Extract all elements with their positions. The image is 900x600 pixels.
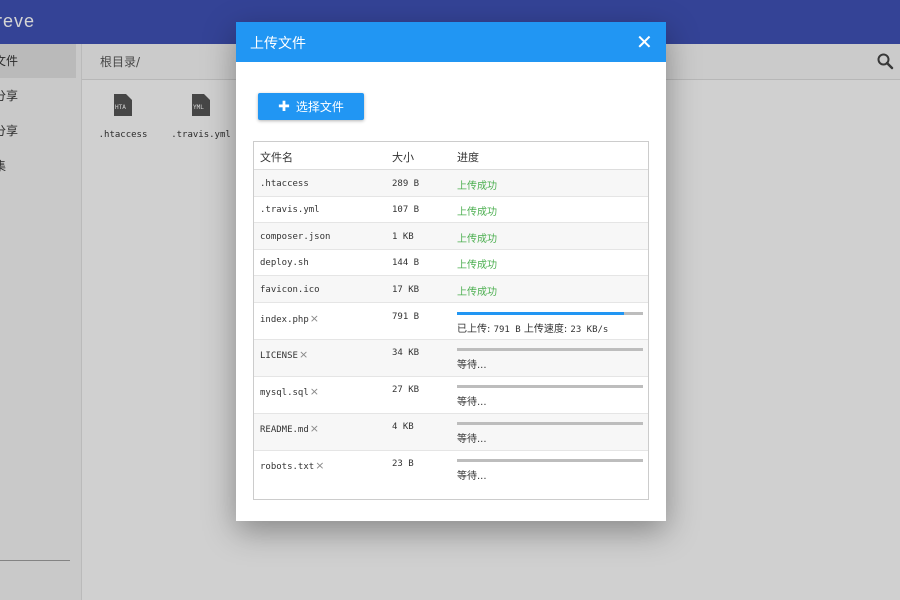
status-success: 上传成功 — [457, 207, 497, 218]
file-size: 791 B — [392, 312, 420, 322]
select-file-label: 选择文件 — [295, 100, 344, 114]
file-name: robots.txt — [260, 462, 315, 472]
file-name-cell: index.php× — [260, 312, 319, 325]
progress-bar — [457, 459, 643, 462]
file-size: 107 B — [392, 205, 420, 215]
table-row: .htaccess 289 B 上传成功 — [254, 170, 648, 197]
file-name-cell: mysql.sql× — [260, 385, 319, 398]
file-name-cell: README.md× — [260, 422, 319, 435]
cancel-upload-icon[interactable]: × — [310, 422, 319, 435]
file-name: mysql.sql — [260, 388, 309, 398]
speed-value: 23 KB/s — [570, 325, 609, 335]
progress-bar — [457, 385, 643, 388]
file-size: 34 KB — [392, 348, 420, 358]
file-name: .htaccess — [260, 179, 309, 189]
file-name: README.md — [260, 425, 309, 435]
status-success: 上传成功 — [457, 287, 497, 298]
file-size: 289 B — [392, 179, 420, 189]
status-success: 上传成功 — [457, 181, 497, 192]
progress-bar-fill — [457, 312, 625, 315]
uploaded-value: 791 B — [493, 325, 521, 335]
waiting-status: 等待... — [457, 397, 487, 408]
file-name: composer.json — [260, 232, 331, 242]
waiting-status: 等待... — [457, 471, 487, 482]
table-row: index.php× 791 B 已上传: 791 B 上传速度: 23 KB/… — [254, 303, 648, 340]
file-name: LICENSE — [260, 351, 298, 361]
close-icon[interactable]: ✕ — [636, 31, 653, 53]
uploaded-label: 已上传: — [457, 324, 491, 335]
column-header-size: 大小 — [392, 151, 414, 164]
status-success: 上传成功 — [457, 234, 497, 245]
file-name-cell: LICENSE× — [260, 348, 308, 361]
table-row: mysql.sql× 27 KB 等待... — [254, 377, 648, 414]
plus-icon: ✚ — [278, 98, 290, 115]
waiting-status: 等待... — [457, 434, 487, 445]
table-row: robots.txt× 23 B 等待... — [254, 451, 648, 499]
column-header-name: 文件名 — [260, 151, 293, 164]
waiting-status: 等待... — [457, 360, 487, 371]
table-row: LICENSE× 34 KB 等待... — [254, 340, 648, 377]
cancel-upload-icon[interactable]: × — [310, 385, 319, 398]
cancel-upload-icon[interactable]: × — [299, 348, 308, 361]
file-size: 144 B — [392, 258, 420, 268]
cancel-upload-icon[interactable]: × — [315, 459, 324, 472]
upload-table: 文件名 大小 进度 .htaccess 289 B 上传成功 .travis.y… — [253, 141, 649, 500]
select-file-button[interactable]: ✚ 选择文件 — [258, 93, 364, 120]
cancel-upload-icon[interactable]: × — [310, 312, 319, 325]
table-row: .travis.yml 107 B 上传成功 — [254, 197, 648, 223]
column-header-progress: 进度 — [457, 151, 479, 164]
table-row: composer.json 1 KB 上传成功 — [254, 223, 648, 250]
status-success: 上传成功 — [457, 260, 497, 271]
table-row: README.md× 4 KB 等待... — [254, 414, 648, 451]
file-name: .travis.yml — [260, 205, 320, 215]
file-size: 1 KB — [392, 232, 414, 242]
table-header: 文件名 大小 进度 — [254, 142, 648, 170]
progress-bar — [457, 422, 643, 425]
speed-label: 上传速度: — [523, 324, 568, 335]
file-size: 4 KB — [392, 422, 414, 432]
progress-bar — [457, 312, 643, 315]
dialog-header: 上传文件 ✕ — [236, 22, 666, 62]
table-row: deploy.sh 144 B 上传成功 — [254, 250, 648, 276]
file-name: index.php — [260, 315, 309, 325]
file-size: 23 B — [392, 459, 414, 469]
file-name: deploy.sh — [260, 258, 309, 268]
file-size: 17 KB — [392, 285, 420, 295]
upload-dialog: 上传文件 ✕ ✚ 选择文件 文件名 大小 进度 .htaccess 289 B … — [236, 22, 666, 521]
upload-status: 已上传: 791 B 上传速度: 23 KB/s — [457, 320, 608, 335]
dialog-title: 上传文件 — [250, 36, 306, 52]
table-row: favicon.ico 17 KB 上传成功 — [254, 276, 648, 303]
file-name-cell: robots.txt× — [260, 459, 324, 472]
file-size: 27 KB — [392, 385, 420, 395]
file-name: favicon.ico — [260, 285, 320, 295]
progress-bar — [457, 348, 643, 351]
